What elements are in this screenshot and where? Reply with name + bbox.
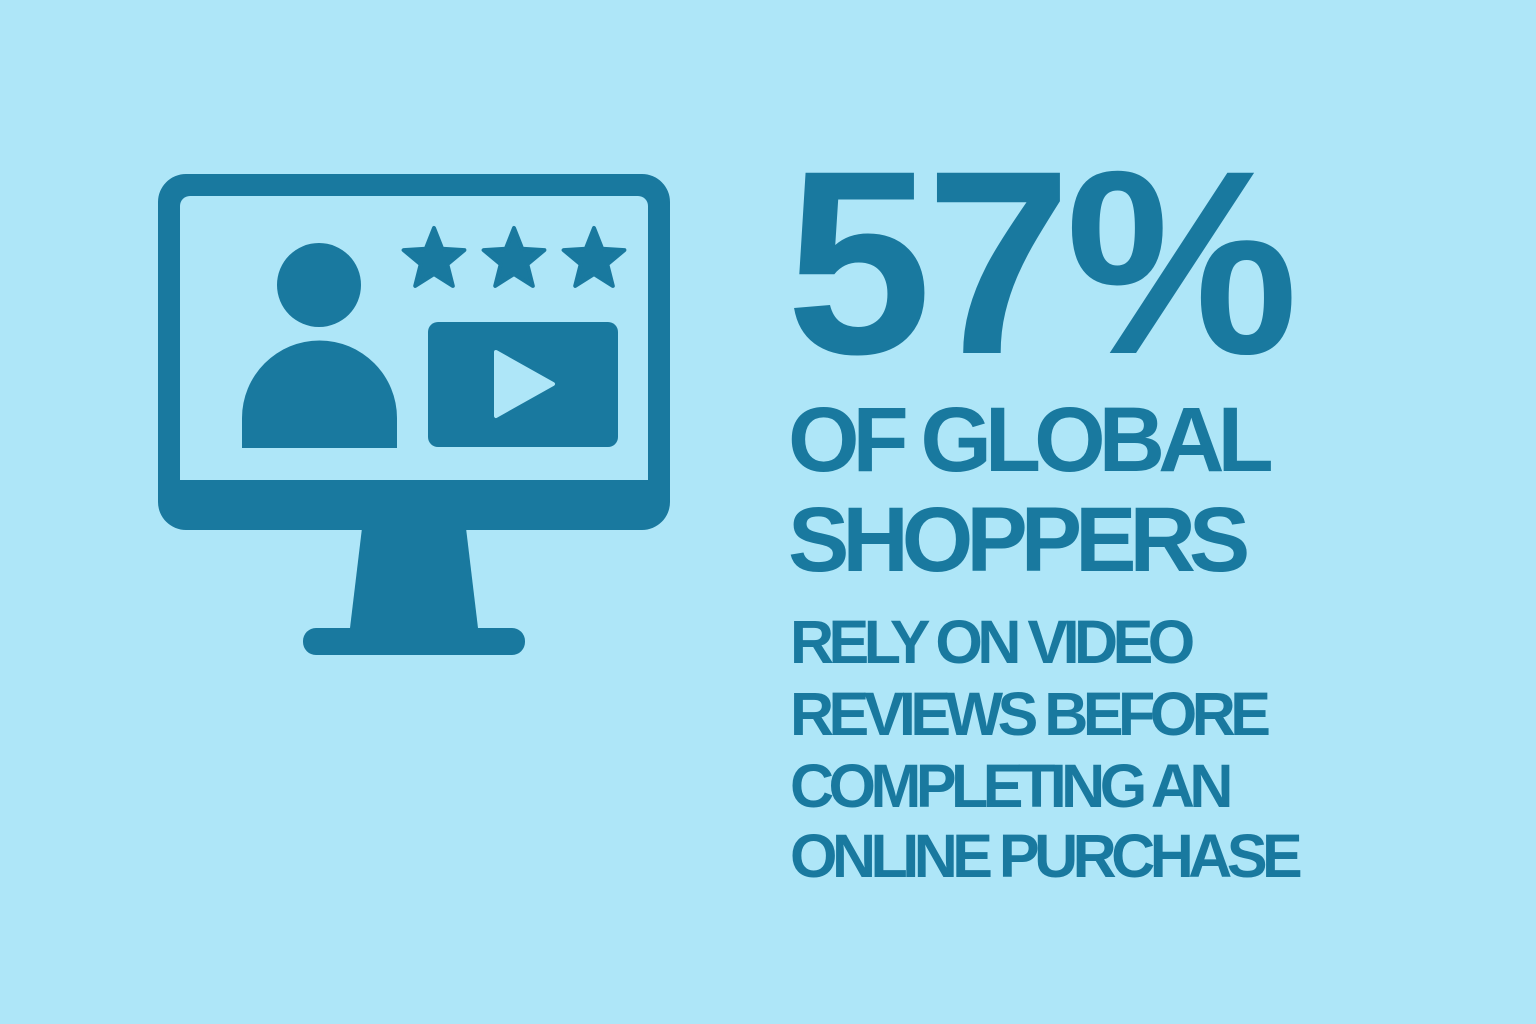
star-icon [481, 226, 547, 288]
star-icon [401, 226, 467, 288]
description-line-2: REVIEWS BEFORE [790, 680, 1271, 748]
star-icon [561, 226, 627, 288]
stat-subject-line-1: OF GLOBAL [788, 389, 1274, 491]
monitor-base [303, 628, 525, 655]
monitor-icon [158, 174, 670, 655]
user-body-icon [242, 340, 397, 448]
description-line-4: ONLINE PURCHASE [790, 822, 1303, 890]
monitor-stand [350, 528, 478, 628]
description-line-3: COMPLETING AN [790, 752, 1233, 820]
stat-value: 57% [786, 116, 1298, 409]
user-head-icon [277, 243, 361, 327]
description-line-1: RELY ON VIDEO [790, 608, 1195, 676]
stat-subject-line-2: SHOPPERS [788, 489, 1250, 591]
